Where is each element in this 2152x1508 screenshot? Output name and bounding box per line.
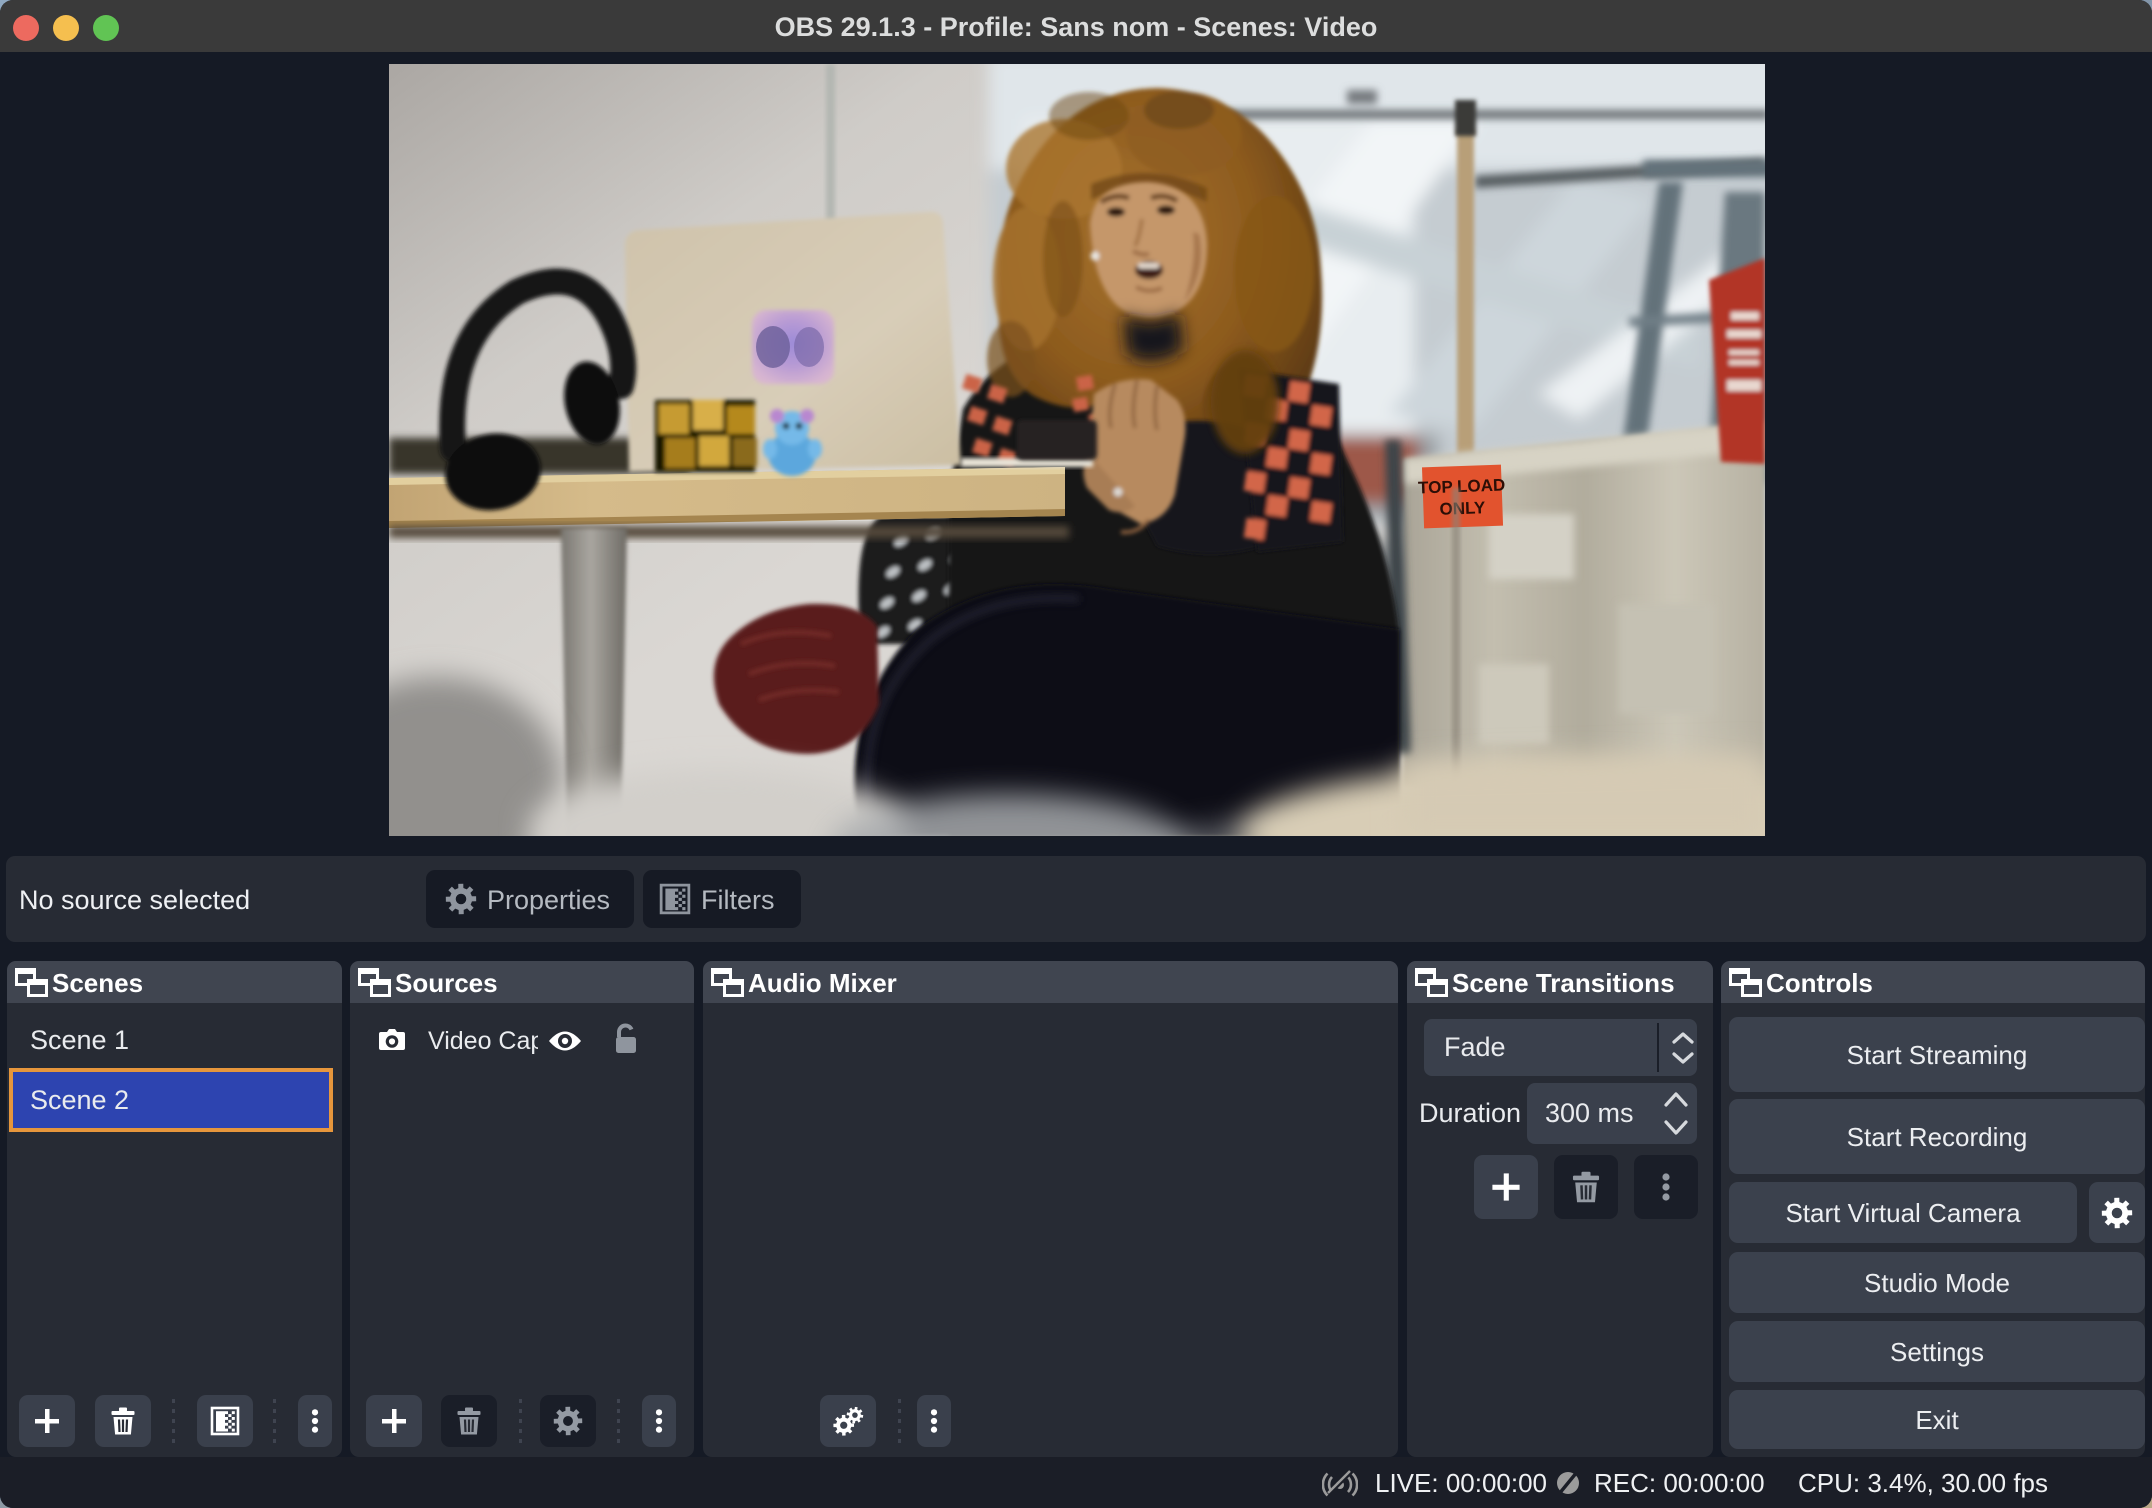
svg-text:ONLY: ONLY — [1439, 498, 1486, 519]
svg-text:TOP LOAD: TOP LOAD — [1418, 475, 1506, 497]
